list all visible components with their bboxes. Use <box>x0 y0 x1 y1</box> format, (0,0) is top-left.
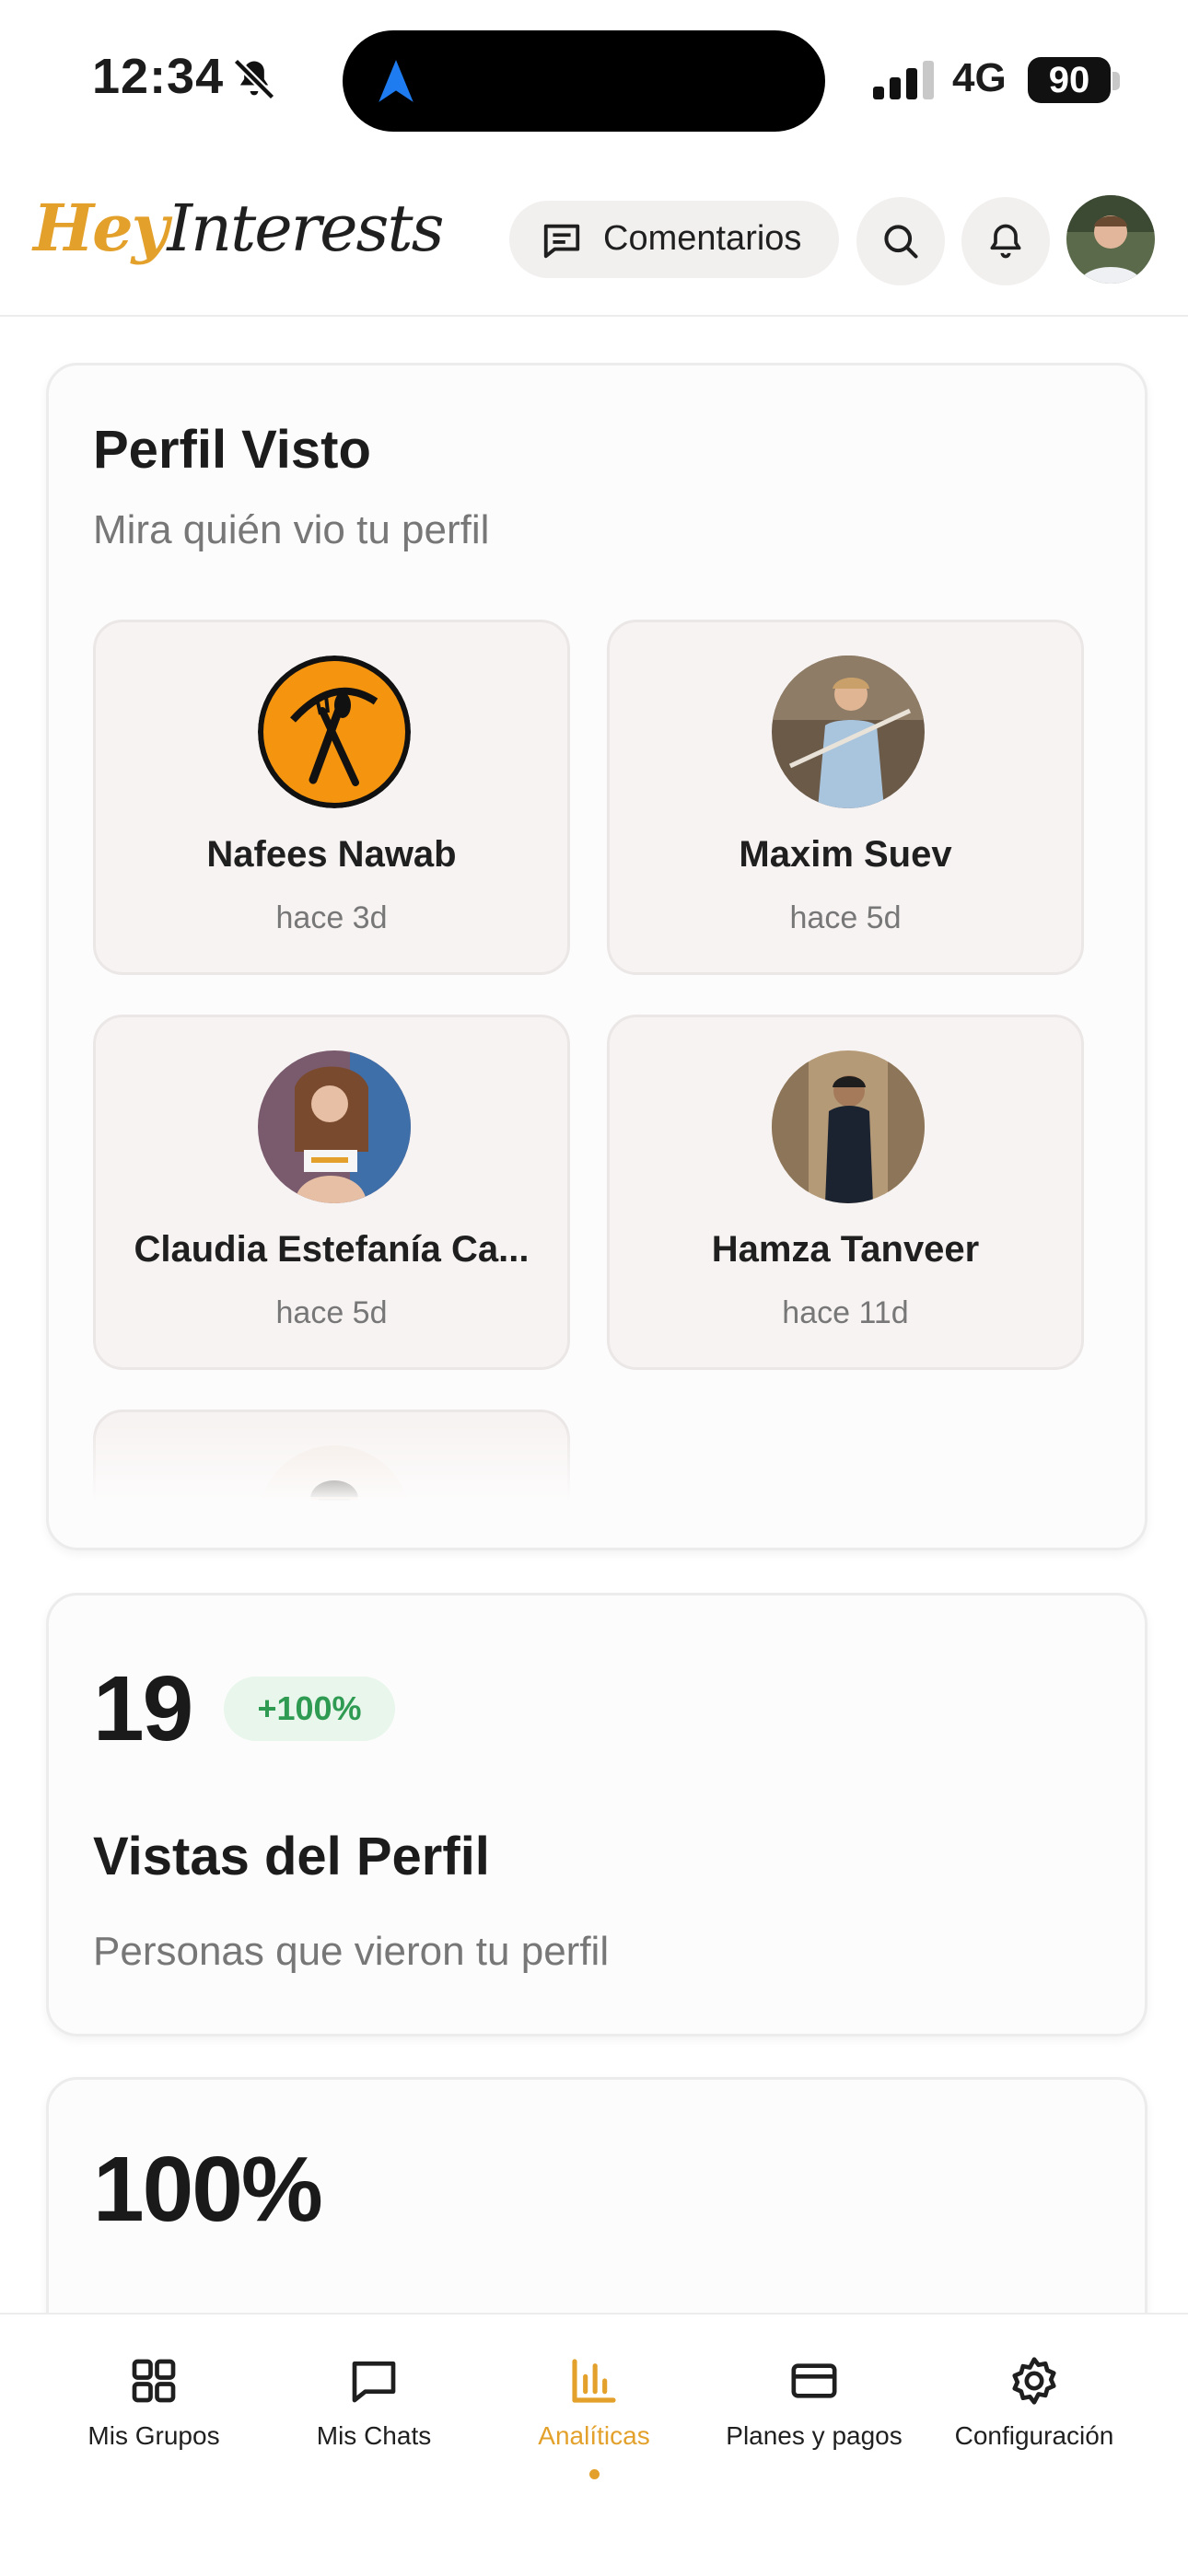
viewer-name: Claudia Estefanía Ca... <box>134 1229 530 1270</box>
profile-viewed-card: Perfil Visto Mira quién vio tu perfil Na… <box>46 363 1147 1550</box>
battery-level: 90 <box>1028 57 1111 103</box>
viewer-card[interactable]: Claudia Estefanía Ca... hace 5d <box>93 1015 570 1370</box>
fade-overlay <box>49 1424 1145 1502</box>
comment-icon <box>543 224 580 259</box>
viewer-photo <box>772 656 925 808</box>
viewer-card[interactable]: Nafees Nawab hace 3d <box>93 620 570 975</box>
status-time: 12:34 <box>92 49 225 104</box>
viewer-photo <box>772 1050 925 1203</box>
nav-item-planes-y-pagos[interactable]: Planes y pagos <box>704 2355 925 2484</box>
signal-icon <box>873 61 934 99</box>
status-bar: 12:34 4G 90 <box>0 0 1188 157</box>
nav-item-configuracion[interactable]: Configuración <box>924 2355 1145 2484</box>
nav-item-analiticas[interactable]: Analíticas <box>483 2355 705 2484</box>
viewer-avatar <box>258 656 411 808</box>
app-logo[interactable]: HeyInterests <box>33 190 445 266</box>
bar-chart-icon <box>572 2359 616 2403</box>
navigation-arrow-icon <box>379 60 413 102</box>
dynamic-island <box>343 30 825 132</box>
chat-icon <box>352 2361 396 2403</box>
network-type: 4G <box>952 55 1007 100</box>
viewer-time: hace 3d <box>275 900 388 935</box>
profile-viewed-title: Perfil Visto <box>93 420 371 480</box>
views-title: Vistas del Perfil <box>93 1827 490 1886</box>
nav-label: Mis Chats <box>316 2421 432 2450</box>
battery-cap <box>1112 72 1120 90</box>
logo-rest: Interests <box>167 191 444 266</box>
bell-icon <box>990 224 1021 259</box>
viewer-card[interactable]: Hamza Tanveer hace 11d <box>607 1015 1084 1370</box>
viewer-time: hace 5d <box>789 900 902 935</box>
nav-item-mis-grupos[interactable]: Mis Grupos <box>43 2355 264 2484</box>
bottom-nav: Mis Grupos Mis Chats Analíticas Planes y… <box>0 2313 1188 2576</box>
viewer-name: Nafees Nawab <box>206 834 457 875</box>
logo-hey: Hey <box>33 190 169 266</box>
app-header: HeyInterests Comentarios <box>0 180 1188 317</box>
user-avatar[interactable] <box>1066 195 1155 284</box>
nav-label: Planes y pagos <box>726 2421 903 2450</box>
comments-button[interactable]: Comentarios <box>509 201 839 278</box>
grid-icon <box>132 2359 176 2403</box>
viewer-avatar <box>772 1050 925 1203</box>
restaurant-logo-avatar <box>258 656 411 808</box>
nav-label: Analíticas <box>538 2421 650 2450</box>
viewer-photo <box>258 1050 411 1203</box>
user-avatar-image <box>1066 195 1155 284</box>
viewer-time: hace 11d <box>782 1295 909 1330</box>
notifications-button[interactable] <box>961 197 1050 285</box>
nav-label: Mis Grupos <box>87 2421 220 2450</box>
viewer-name: Hamza Tanveer <box>711 1229 980 1270</box>
search-button[interactable] <box>856 197 945 285</box>
viewer-avatar <box>258 1050 411 1203</box>
views-subtitle: Personas que vieron tu perfil <box>93 1929 610 1974</box>
profile-views-card: 19 +100% Vistas del Perfil Personas que … <box>46 1593 1147 2036</box>
viewer-avatar <box>772 656 925 808</box>
nav-item-mis-chats[interactable]: Mis Chats <box>263 2355 484 2484</box>
gear-icon <box>1012 2357 1056 2405</box>
search-icon <box>884 225 918 259</box>
viewer-time: hace 5d <box>275 1295 388 1330</box>
change-badge: +100% <box>224 1677 395 1741</box>
comments-label: Comentarios <box>603 219 802 258</box>
bell-off-icon <box>233 58 275 100</box>
nav-label: Configuración <box>954 2421 1114 2450</box>
profile-viewed-subtitle: Mira quién vio tu perfil <box>93 507 490 552</box>
card-icon <box>791 2363 837 2398</box>
viewer-card[interactable]: Maxim Suev hace 5d <box>607 620 1084 975</box>
percent-value: 100% <box>93 2138 323 2241</box>
views-count: 19 <box>93 1657 193 1760</box>
active-indicator <box>589 2469 600 2479</box>
viewer-name: Maxim Suev <box>739 834 952 875</box>
